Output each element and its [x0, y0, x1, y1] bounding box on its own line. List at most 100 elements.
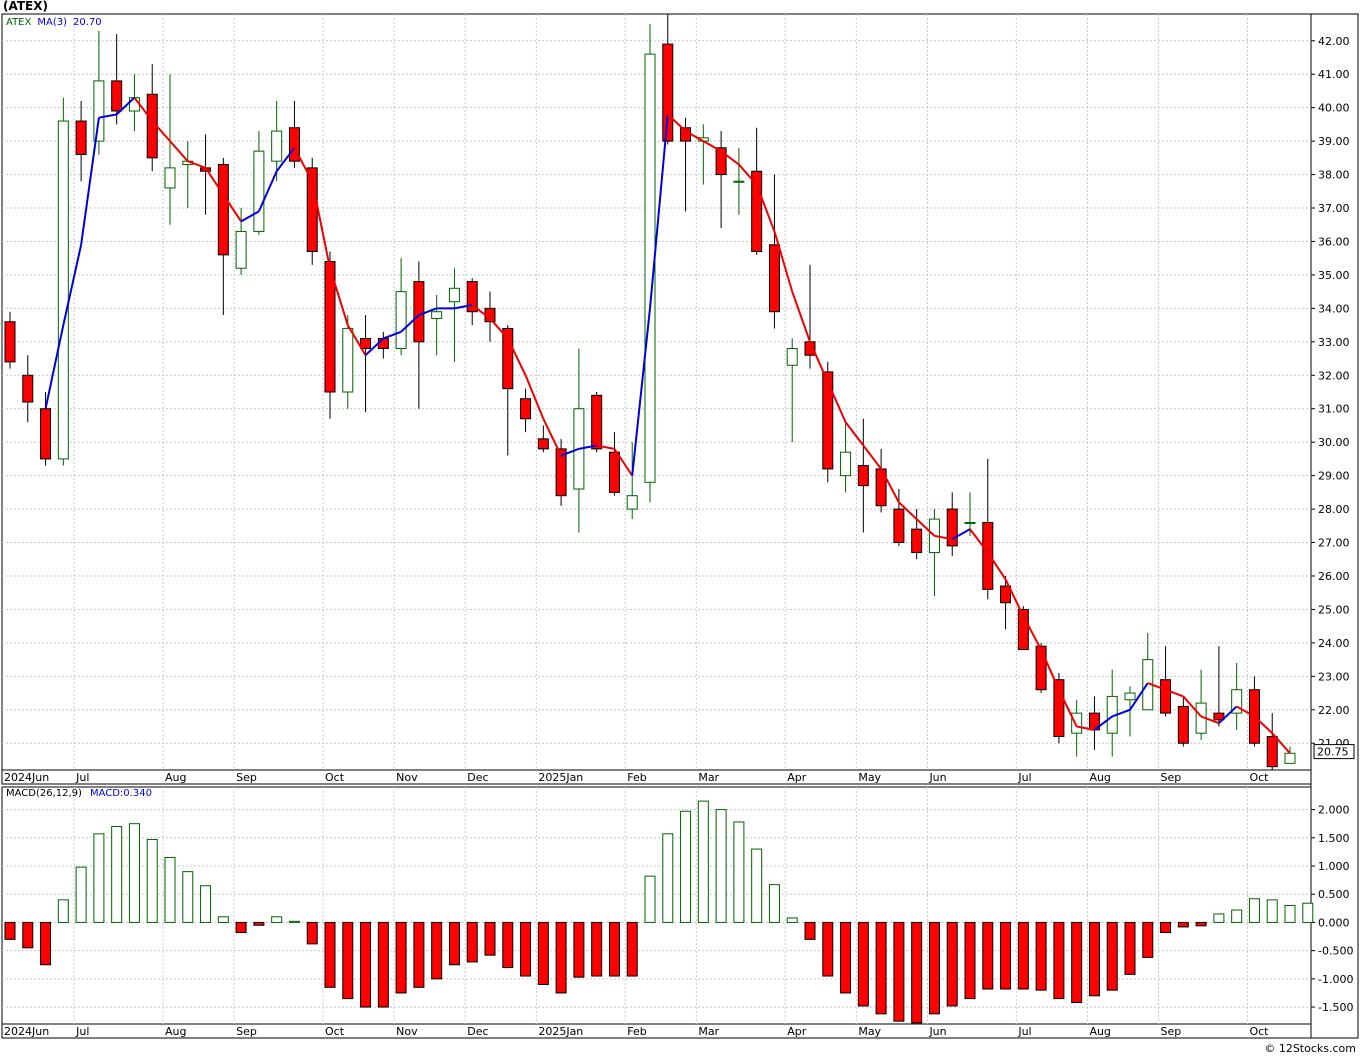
candle-up [1071, 712, 1083, 734]
macd-bar-negative [1195, 921, 1207, 927]
macd-bar-positive [1231, 909, 1243, 923]
macd-x-label: Apr [787, 1025, 807, 1038]
price-y-tick-label: 41.00 [1318, 68, 1350, 81]
macd-x-label: Sep [236, 1025, 257, 1038]
price-x-label: Feb [627, 771, 646, 784]
candle-down [22, 374, 34, 403]
candle-down [982, 521, 994, 590]
price-y-tick-label: 25.00 [1318, 603, 1350, 616]
macd-bar-negative [324, 921, 336, 988]
macd-legend-name: MACD(26,12,9) [6, 788, 82, 799]
macd-bar-negative [573, 921, 585, 978]
macd-bar-positive [57, 899, 69, 923]
macd-bar-negative [395, 921, 407, 994]
macd-date-strip [1, 1023, 1312, 1039]
macd-x-label: Dec [467, 1025, 488, 1038]
macd-x-label: Jun [928, 1025, 946, 1038]
macd-bar-positive [1213, 913, 1225, 923]
price-x-label: Dec [467, 771, 488, 784]
candle-down [822, 371, 834, 470]
macd-x-label: Feb [627, 1025, 646, 1038]
candle-up [964, 521, 976, 524]
macd-bar-positive [751, 848, 763, 923]
macd-bar-negative [520, 921, 532, 977]
macd-bar-positive [164, 857, 176, 923]
macd-bar-positive [93, 833, 105, 923]
macd-bar-negative [591, 921, 603, 977]
candle-down [75, 120, 87, 155]
macd-bar-negative [537, 921, 549, 986]
price-y-tick-label: 27.00 [1318, 537, 1350, 550]
macd-bar-negative [804, 921, 816, 940]
macd-bar-negative [502, 921, 514, 969]
price-x-label: Oct [1249, 771, 1269, 784]
macd-bar-negative [608, 921, 620, 977]
macd-y-tick-label: 0.000 [1318, 916, 1350, 929]
macd-bar-positive [111, 826, 123, 923]
candle-down [1035, 645, 1047, 691]
price-y-tick-label: 22.00 [1318, 704, 1350, 717]
price-x-label: Mar [698, 771, 719, 784]
price-y-tick-label: 29.00 [1318, 470, 1350, 483]
macd-legend: MACD(26,12,9) MACD:0.340 [6, 788, 152, 799]
macd-bar-positive [715, 809, 727, 923]
macd-bar-negative [964, 921, 976, 1000]
macd-bar-negative [448, 921, 460, 966]
macd-bar-negative [360, 921, 372, 1008]
price-x-label: 2024Jun [4, 771, 49, 784]
candle-down [537, 438, 549, 450]
macd-bar-negative [555, 921, 567, 994]
candle-down [40, 408, 52, 460]
price-x-label: Aug [1089, 771, 1110, 784]
macd-bar-positive [697, 800, 709, 923]
candle-up [431, 311, 443, 319]
candle-up [93, 80, 105, 142]
macd-bar-negative [306, 921, 318, 945]
candle-up [395, 291, 407, 350]
macd-y-tick-label: -1.500 [1318, 1001, 1353, 1014]
candle-up [448, 287, 460, 303]
macd-bar-positive [644, 875, 656, 923]
candle-up [1284, 752, 1296, 764]
macd-x-label: Aug [165, 1025, 186, 1038]
price-y-tick-label: 32.00 [1318, 369, 1350, 382]
candle-down [377, 337, 389, 350]
chart-root: (ATEX) 42.00 41.00 40.00 39.00 38.00 37.00 36.… [0, 0, 1360, 1056]
price-x-label: Jul [1017, 771, 1031, 784]
candle-down [1177, 705, 1189, 744]
price-y-tick-label: 37.00 [1318, 202, 1350, 215]
candle-up [271, 130, 283, 162]
candle-up [342, 327, 354, 393]
macd-x-label: Jul [1017, 1025, 1031, 1038]
candle-up [733, 180, 745, 183]
macd-y-tick-label: 0.500 [1318, 888, 1350, 901]
price-y-tick-label: 24.00 [1318, 637, 1350, 650]
candle-down [591, 394, 603, 450]
macd-bar-positive [786, 917, 798, 923]
candle-down [893, 508, 905, 544]
macd-bar-negative [235, 921, 247, 934]
macd-bar-positive [271, 916, 283, 923]
candle-down [608, 451, 620, 493]
candle-down [1160, 679, 1172, 714]
price-y-tick-label: 40.00 [1318, 102, 1350, 115]
price-y-tick-label: 30.00 [1318, 436, 1350, 449]
macd-bar-negative [982, 921, 994, 990]
macd-bar-negative [893, 921, 905, 1022]
legend-ma-value: 20.70 [73, 17, 102, 28]
macd-x-label: Oct [1249, 1025, 1269, 1038]
price-x-label: Sep [236, 771, 257, 784]
macd-bar-negative [377, 921, 389, 1008]
candle-down [413, 281, 425, 343]
candle-up [840, 451, 852, 477]
price-x-label: Nov [396, 771, 418, 784]
price-x-label: Jul [75, 771, 89, 784]
macd-x-label: May [858, 1025, 881, 1038]
macd-x-label: 2024Jun [4, 1025, 49, 1038]
candle-down [217, 164, 229, 256]
price-y-tick-label: 38.00 [1318, 169, 1350, 182]
price-y-tick-label: 35.00 [1318, 269, 1350, 282]
macd-bar-negative [1088, 921, 1100, 997]
macd-x-label: Jul [75, 1025, 89, 1038]
macd-bar-negative [822, 921, 834, 977]
